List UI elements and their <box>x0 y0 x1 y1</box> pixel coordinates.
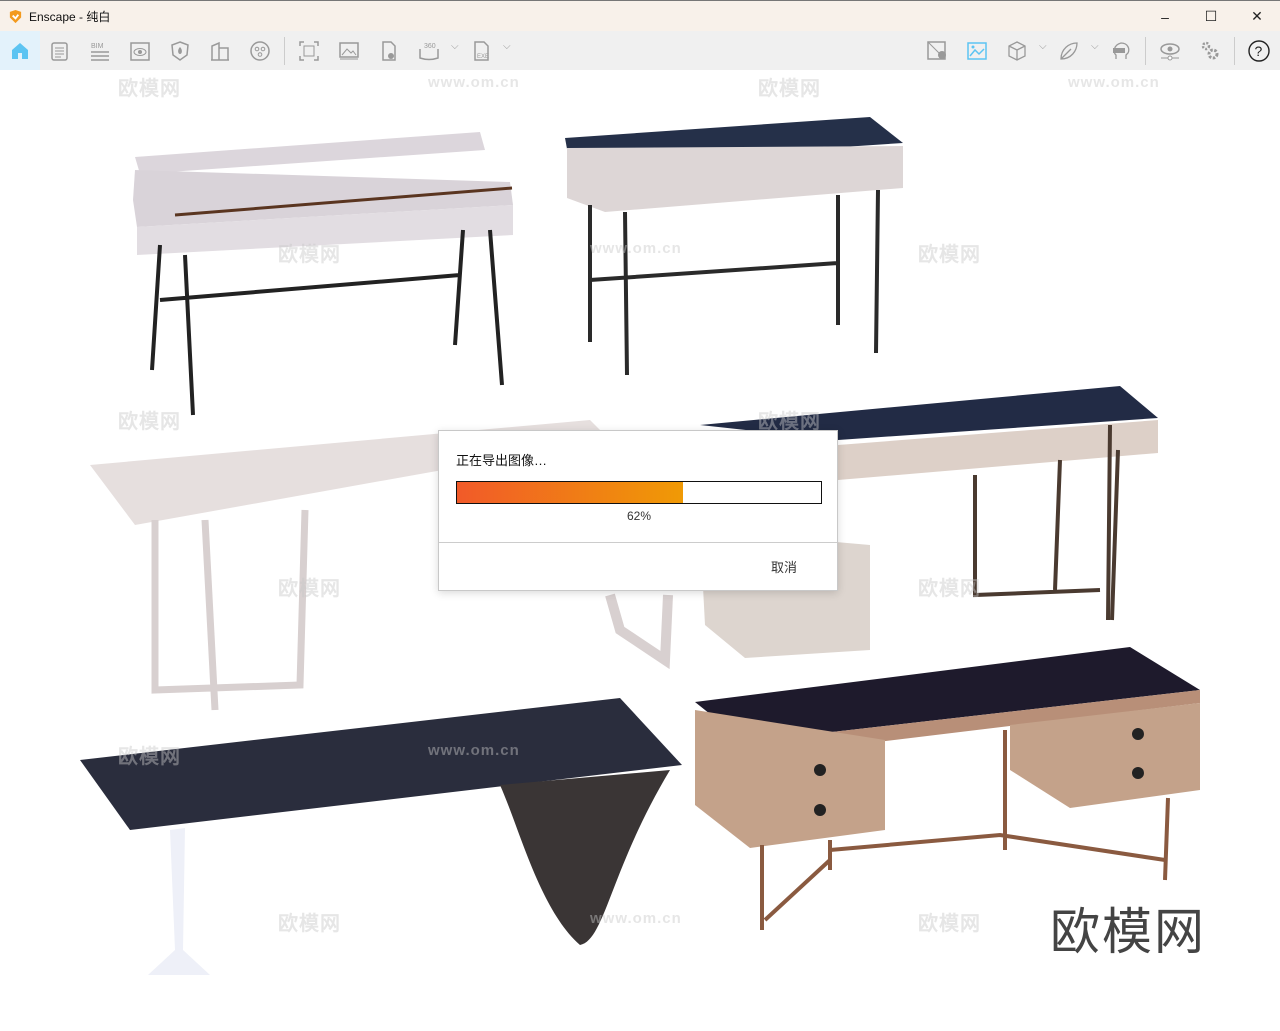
watermark: 欧模网 <box>118 78 181 100</box>
buildings-button[interactable] <box>200 31 240 70</box>
watermark: www.om.cn <box>1068 74 1160 91</box>
export-progress-dialog: 正在导出图像… 62% 取消 <box>438 430 838 591</box>
document-list-icon <box>51 41 68 61</box>
asset-library-button[interactable] <box>997 31 1037 70</box>
svg-text:?: ? <box>1255 43 1263 59</box>
file-export-icon <box>382 40 396 61</box>
title-bar: Enscape - 纯白 – ☐ ✕ <box>0 0 1280 31</box>
watermark: 欧模网 <box>278 913 341 935</box>
minimize-button[interactable]: – <box>1142 1 1188 32</box>
exe-export-button[interactable]: EXE <box>462 31 502 70</box>
render-image-button[interactable] <box>329 31 369 70</box>
maximize-button[interactable]: ☐ <box>1188 1 1234 32</box>
svg-text:360: 360 <box>424 43 436 50</box>
watermark: 欧模网 <box>278 244 341 266</box>
toolbar: BIM 360 ⌵ EXE ⌵ ^ ⌵ ⌵ ? <box>0 31 1280 101</box>
desk-white-glass-top <box>133 132 513 416</box>
panorama-button[interactable]: 360 <box>409 31 449 70</box>
visual-settings-eye-button[interactable] <box>1150 31 1190 70</box>
dialog-divider <box>439 542 837 543</box>
svg-text:EXE: EXE <box>477 54 489 60</box>
toolbar-divider <box>284 37 285 65</box>
view-image-button[interactable] <box>957 31 997 70</box>
vr-headset-icon <box>1113 41 1130 59</box>
eye-slider-icon <box>1160 42 1180 60</box>
enscape-logo-icon <box>9 9 22 23</box>
shield-tree-icon <box>171 40 189 61</box>
image-icon <box>339 41 359 59</box>
export-message: 正在导出图像… <box>456 453 548 468</box>
settings-button[interactable] <box>1190 31 1230 70</box>
leaf-icon <box>1060 41 1078 60</box>
material-dropdown-chevron-icon[interactable]: ⌵ <box>1091 41 1099 52</box>
watermark: 欧模网 <box>918 578 981 600</box>
screenshot-icon <box>299 40 319 61</box>
watermark: 欧模网 <box>918 913 981 935</box>
batch-render-button[interactable] <box>369 31 409 70</box>
panorama-360-icon: 360 <box>419 43 439 60</box>
help-button[interactable]: ? <box>1239 31 1279 70</box>
progress-percent: 62% <box>626 509 652 523</box>
toolbar-divider <box>1145 37 1146 65</box>
cube-icon <box>1008 40 1026 61</box>
watermark: www.om.cn <box>428 74 520 91</box>
bim-icon: BIM <box>91 43 109 61</box>
desk-marble-wood <box>695 647 1200 930</box>
brand-watermark: 欧模网 <box>1050 904 1206 960</box>
svg-text:BIM: BIM <box>91 43 104 50</box>
watermark: 欧模网 <box>118 411 181 433</box>
close-button[interactable]: ✕ <box>1234 1 1280 32</box>
toolbar-divider <box>1234 37 1235 65</box>
site-context-button[interactable] <box>160 31 200 70</box>
asset-dropdown-chevron-icon[interactable]: ⌵ <box>1039 41 1047 52</box>
home-button[interactable] <box>0 31 40 70</box>
bim-button[interactable]: BIM <box>80 31 120 70</box>
map-pin-icon <box>927 40 946 60</box>
watermark: www.om.cn <box>590 910 682 927</box>
panorama-dropdown-chevron-icon[interactable]: ⌵ <box>451 41 459 52</box>
screenshot-button[interactable] <box>289 31 329 70</box>
watermark: 欧模网 <box>758 78 821 100</box>
progress-fill <box>457 482 683 503</box>
watermark: www.om.cn <box>590 240 682 257</box>
watermark: 欧模网 <box>278 578 341 600</box>
watermark: 欧模网 <box>918 244 981 266</box>
material-editor-button[interactable] <box>1049 31 1089 70</box>
window-title: Enscape - 纯白 <box>29 9 111 24</box>
visual-settings-button[interactable] <box>120 31 160 70</box>
buildings-icon <box>211 41 229 61</box>
help-icon: ? <box>1248 39 1270 62</box>
watermark: 欧模网 <box>118 746 181 768</box>
watermark: www.om.cn <box>428 742 520 759</box>
map-button[interactable] <box>917 31 957 70</box>
home-icon <box>12 42 28 59</box>
eye-window-icon <box>130 41 150 61</box>
film-reel-icon <box>250 40 270 61</box>
vr-headset-button[interactable] <box>1101 31 1141 70</box>
gears-icon <box>1201 41 1219 59</box>
image-active-icon <box>967 41 987 60</box>
exe-dropdown-chevron-icon[interactable]: ⌵ <box>503 41 511 52</box>
export-progress-bar <box>456 481 822 504</box>
video-button[interactable] <box>240 31 280 70</box>
views-button[interactable] <box>40 31 80 70</box>
exe-file-icon: EXE <box>474 40 489 61</box>
cancel-button[interactable]: 取消 <box>771 557 797 576</box>
